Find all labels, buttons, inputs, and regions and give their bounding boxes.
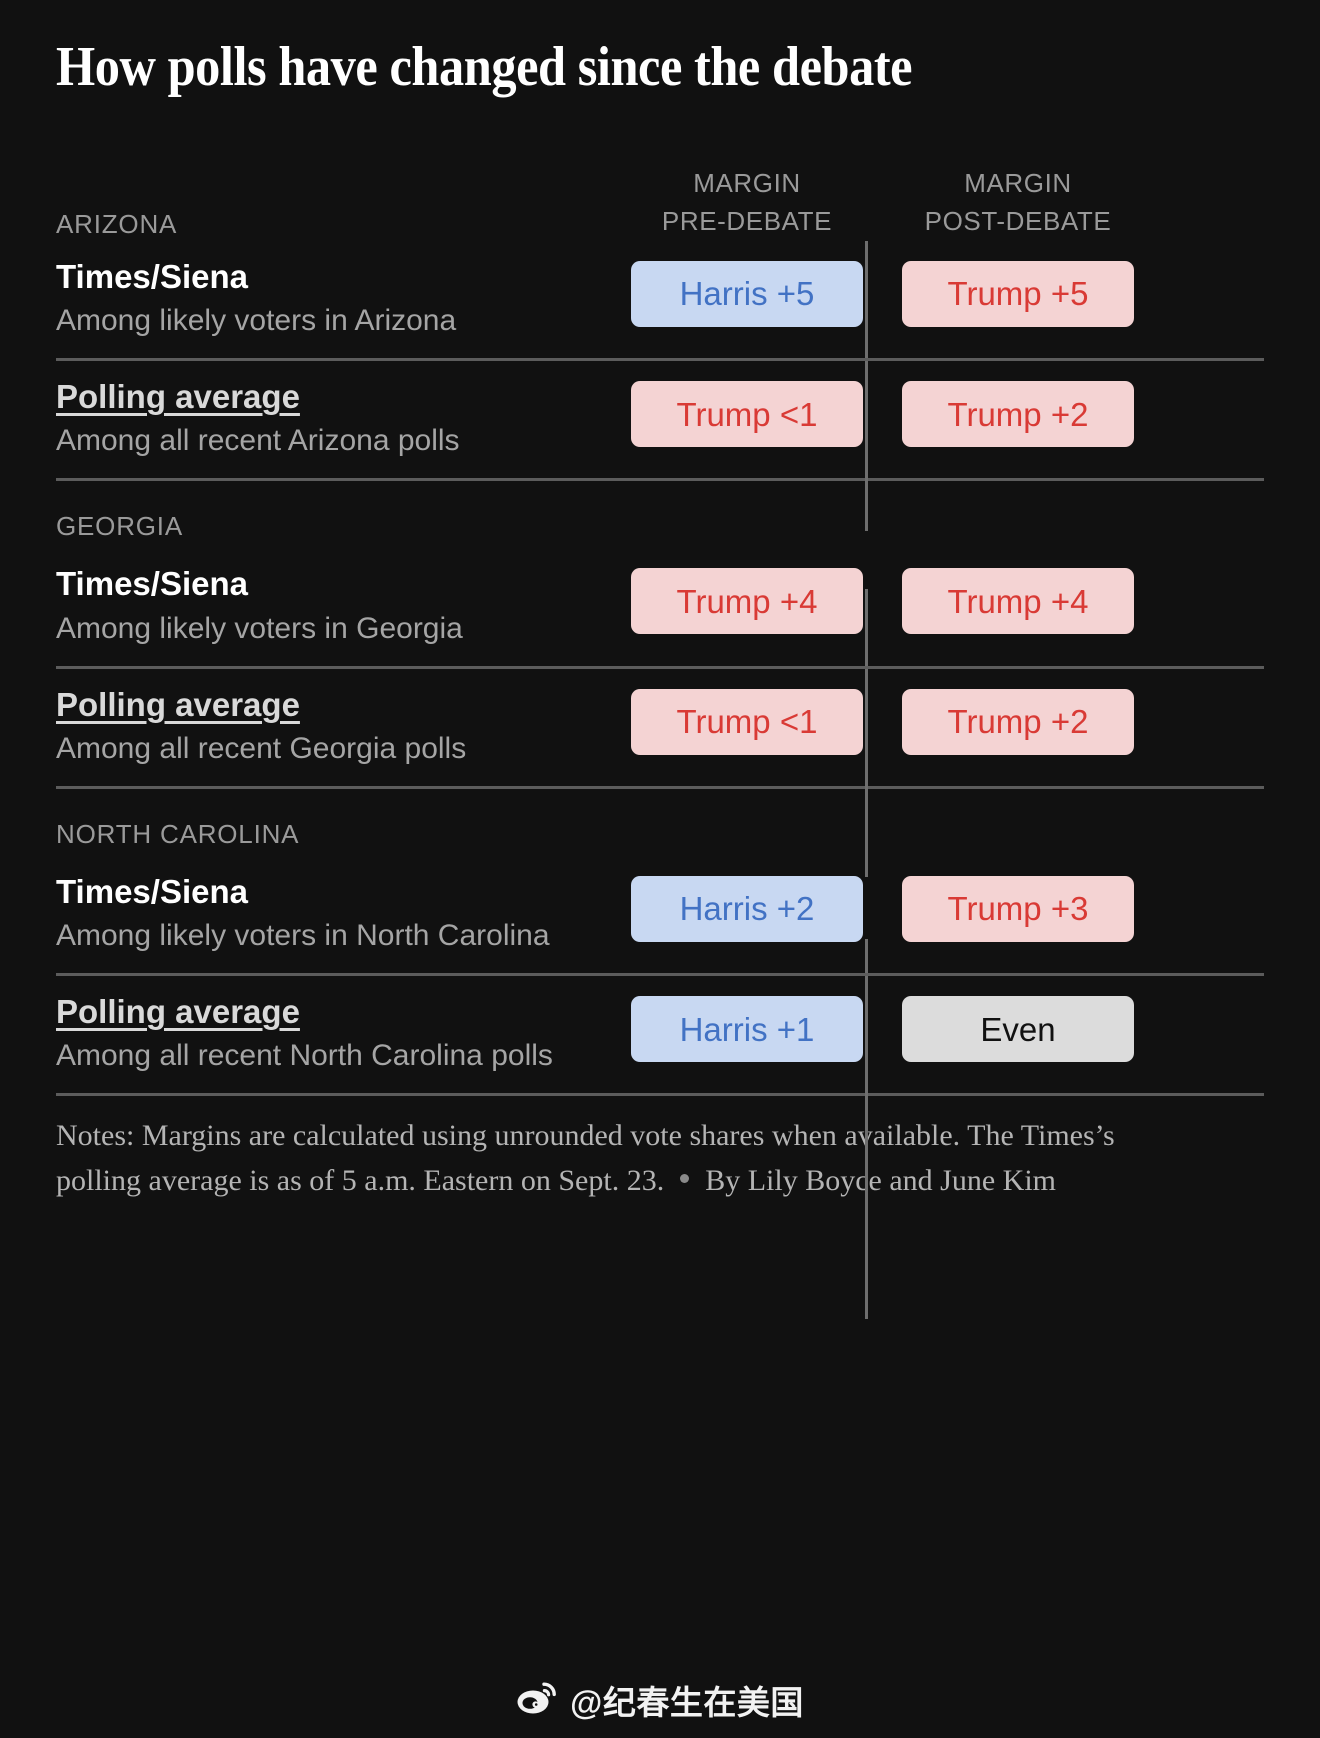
notes-block: Notes: Margins are calculated using unro…	[56, 1096, 1126, 1203]
row-label: Polling average Among all recent Arizona…	[56, 377, 623, 460]
watermark-handle: @纪春生在美国	[570, 1684, 804, 1721]
margin-pill-post: Trump +2	[902, 381, 1134, 448]
cell-pre-debate: Trump <1	[623, 685, 871, 755]
table-column-headers: MARGIN PRE-DEBATE MARGIN POST-DEBATE	[56, 149, 1264, 241]
margin-pill-post: Trump +4	[902, 568, 1134, 635]
cell-post-debate: Trump +2	[894, 685, 1142, 755]
bullet-separator-icon	[680, 1173, 690, 1183]
cell-post-debate: Even	[894, 992, 1142, 1063]
poll-table: ARIZONA MARGIN PRE-DEBATE MARGIN POST-DE…	[56, 149, 1264, 1319]
margin-pill-pre: Harris +2	[631, 875, 863, 942]
pollster-description: Among likely voters in North Carolina	[56, 919, 550, 953]
watermark: @纪春生在美国	[0, 1676, 1320, 1724]
cell-post-debate: Trump +2	[894, 377, 1142, 448]
byline-text: By Lily Boyce and June Kim	[705, 1163, 1056, 1197]
pollster-name-link[interactable]: Polling average	[56, 685, 603, 725]
table-row: Polling average Among all recent North C…	[56, 973, 1264, 1093]
margin-pill-post: Trump +3	[902, 875, 1134, 942]
cell-pre-debate: Harris +5	[623, 257, 871, 327]
state-label-georgia: GEORGIA	[56, 478, 1264, 548]
row-label: Polling average Among all recent North C…	[56, 992, 623, 1075]
margin-pill-pre: Harris +1	[631, 996, 863, 1063]
pollster-description: Among all recent Georgia polls	[56, 731, 467, 765]
pollster-name-link[interactable]: Polling average	[56, 377, 603, 417]
cell-post-debate: Trump +5	[894, 257, 1142, 327]
column-header-post-line1: MARGIN	[964, 168, 1072, 199]
state-label-north-carolina: NORTH CAROLINA	[56, 785, 1264, 856]
column-header-post-line2: POST-DEBATE	[924, 206, 1112, 237]
column-header-pre-debate: MARGIN PRE-DEBATE	[623, 165, 871, 240]
table-row: Polling average Among all recent Georgia…	[56, 665, 1264, 786]
table-row: Times/Siena Among likely voters in North…	[56, 856, 1264, 973]
margin-pill-post: Even	[902, 996, 1134, 1063]
weibo-icon	[516, 1681, 558, 1720]
row-label: Times/Siena Among likely voters in North…	[56, 872, 623, 955]
cell-pre-debate: Trump <1	[623, 377, 871, 448]
table-bottom-rule	[56, 1093, 1264, 1097]
pollster-description: Among all recent North Carolina polls	[56, 1039, 553, 1073]
column-header-pre-line1: MARGIN	[693, 168, 801, 199]
margin-pill-pre: Trump +4	[631, 568, 863, 635]
cell-post-debate: Trump +3	[894, 872, 1142, 942]
pollster-name: Times/Siena	[56, 872, 248, 910]
pollster-description: Among all recent Arizona polls	[56, 424, 460, 458]
table-row: Polling average Among all recent Arizona…	[56, 358, 1264, 478]
pollster-description: Among likely voters in Georgia	[56, 611, 463, 645]
row-label: Times/Siena Among likely voters in Arizo…	[56, 257, 623, 340]
pollster-name-link[interactable]: Polling average	[56, 992, 603, 1032]
cell-pre-debate: Trump +4	[623, 564, 871, 635]
table-row: Times/Siena Among likely voters in Arizo…	[56, 241, 1264, 358]
margin-pill-pre: Trump <1	[631, 381, 863, 448]
cell-pre-debate: Harris +2	[623, 872, 871, 942]
row-label: Times/Siena Among likely voters in Georg…	[56, 564, 623, 647]
poll-comparison-graphic: How polls have changed since the debate …	[0, 0, 1320, 1738]
margin-pill-pre: Harris +5	[631, 260, 863, 327]
column-header-post-debate: MARGIN POST-DEBATE	[894, 165, 1142, 240]
state-label-arizona: ARIZONA	[56, 208, 178, 239]
pollster-name: Times/Siena	[56, 257, 248, 295]
column-header-pre-line2: PRE-DEBATE	[661, 206, 833, 237]
cell-pre-debate: Harris +1	[623, 992, 871, 1063]
margin-pill-post: Trump +2	[902, 688, 1134, 755]
margin-pill-post: Trump +5	[902, 260, 1134, 327]
page-title: How polls have changed since the debate	[56, 36, 913, 98]
pollster-description: Among likely voters in Arizona	[56, 304, 457, 338]
margin-pill-pre: Trump <1	[631, 688, 863, 755]
row-label: Polling average Among all recent Georgia…	[56, 685, 623, 768]
cell-post-debate: Trump +4	[894, 564, 1142, 635]
table-row: Times/Siena Among likely voters in Georg…	[56, 548, 1264, 665]
pollster-name: Times/Siena	[56, 565, 248, 603]
